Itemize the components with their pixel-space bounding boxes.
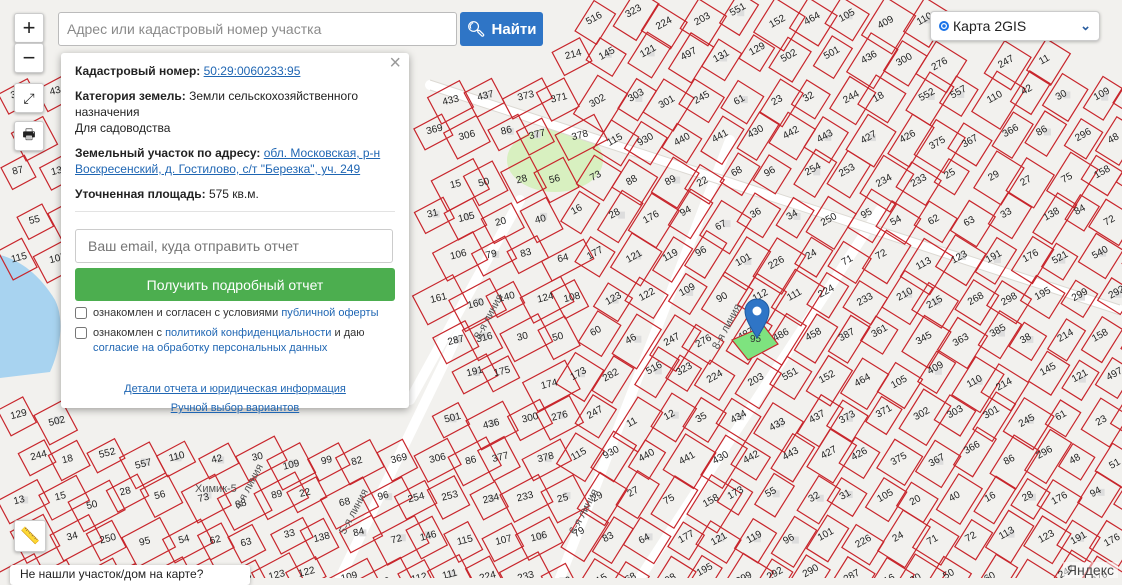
- map-attribution: Яндекс: [1063, 562, 1118, 578]
- search-button-label: Найти: [492, 21, 537, 38]
- report-details-link[interactable]: Детали отчета и юридическая информация: [124, 383, 346, 395]
- privacy-checkbox[interactable]: [75, 327, 87, 339]
- search-icon: 🔍︎: [466, 20, 485, 38]
- land-usage-value: Для садоводства: [75, 121, 170, 135]
- privacy-consent: ознакомлен с политикой конфиденциальност…: [75, 326, 395, 356]
- get-report-button[interactable]: Получить подробный отчет: [75, 268, 395, 301]
- layer-select-value: Карта 2GIS: [953, 18, 1026, 34]
- manual-selection-link[interactable]: Ручной выбор вариантов: [171, 402, 299, 414]
- zoom-out-button[interactable]: −: [14, 43, 44, 73]
- layer-select[interactable]: Карта 2GIS ⌄: [930, 11, 1100, 41]
- printer-icon: 🖶: [22, 124, 35, 148]
- cadastral-number-row: Кадастровый номер: 50:29:0060233:95: [75, 63, 395, 79]
- chevron-down-icon: ⌄: [1080, 18, 1091, 34]
- offer-checkbox[interactable]: [75, 307, 87, 319]
- close-icon[interactable]: ×: [389, 55, 401, 71]
- radio-icon: [939, 21, 949, 31]
- offer-consent: ознакомлен и согласен с условиями публич…: [75, 306, 395, 321]
- data-processing-link[interactable]: согласие на обработку персональных данны…: [93, 342, 327, 354]
- ruler-button[interactable]: 📏: [14, 520, 46, 552]
- offer-consent-text: ознакомлен и согласен с условиями: [93, 307, 281, 319]
- privacy-consent-mid: и даю: [331, 327, 364, 339]
- address-label: Земельный участок по адресу:: [75, 146, 260, 160]
- print-button[interactable]: 🖶: [14, 121, 44, 151]
- cadastral-number-label: Кадастровый номер:: [75, 64, 200, 78]
- zoom-in-button[interactable]: +: [14, 13, 44, 43]
- fullscreen-button[interactable]: ⤢: [14, 83, 44, 113]
- privacy-consent-text: ознакомлен с: [93, 327, 165, 339]
- offer-link[interactable]: публичной оферты: [281, 307, 378, 319]
- area-label: Уточненная площадь:: [75, 187, 206, 201]
- not-found-tip[interactable]: Не нашли участок/дом на карте?: [10, 565, 250, 585]
- land-category-label: Категория земель:: [75, 89, 186, 103]
- email-field[interactable]: [75, 229, 393, 263]
- land-category-row: Категория земель: Земли сельскохозяйстве…: [75, 88, 395, 136]
- search-button[interactable]: 🔍︎ Найти: [460, 12, 543, 46]
- area-value: 575 кв.м.: [209, 187, 259, 201]
- area-row: Уточненная площадь: 575 кв.м.: [75, 186, 395, 212]
- address-row: Земельный участок по адресу: обл. Москов…: [75, 145, 395, 177]
- search-input[interactable]: [58, 12, 457, 46]
- cadastral-number-link[interactable]: 50:29:0060233:95: [204, 64, 301, 78]
- street-label: Химик-5: [195, 483, 237, 495]
- privacy-policy-link[interactable]: политикой конфиденциальности: [165, 327, 331, 339]
- expand-icon: ⤢: [23, 90, 34, 107]
- ruler-icon: 📏: [20, 526, 40, 546]
- parcel-info-popup: × Кадастровый номер: 50:29:0060233:95 Ка…: [61, 53, 409, 408]
